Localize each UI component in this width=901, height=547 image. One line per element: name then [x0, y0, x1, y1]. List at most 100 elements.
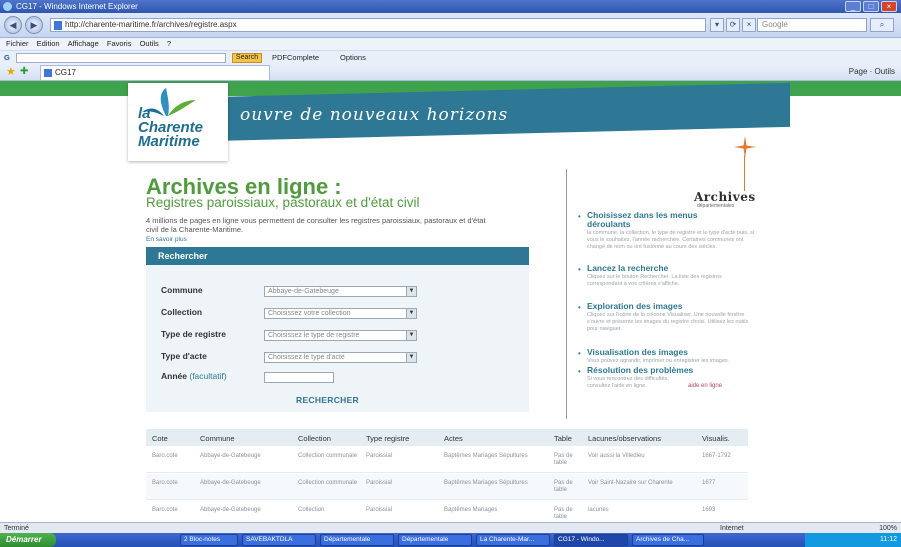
step-text: Cliquez sur le bouton Rechercher. La lis…: [587, 274, 722, 287]
url-text: http://charente-maritime.fr/archives/reg…: [65, 20, 237, 29]
register-type-select[interactable]: Choisissez le type de registre ▼: [264, 330, 417, 341]
view-link[interactable]: 1693: [702, 507, 742, 514]
address-bar: ◀ ▶ http://charente-maritime.fr/archives…: [0, 13, 901, 38]
col-header[interactable]: Actes: [444, 434, 463, 443]
bullet-icon: •: [578, 303, 581, 312]
bullet-icon: •: [578, 367, 581, 376]
view-link[interactable]: 1667-1792: [702, 453, 742, 460]
intro-text: 4 millions de pages en ligne vous permet…: [146, 216, 486, 234]
taskbar-item[interactable]: SAVEBAKTDLA: [242, 534, 316, 546]
taskbar-item[interactable]: Départementale: [320, 534, 394, 546]
intro-link[interactable]: En savoir plus: [146, 236, 187, 243]
col-header[interactable]: Visualis.: [702, 434, 730, 443]
cell: Baro.cote: [152, 507, 178, 513]
cell: Baptêmes Mariages Sépultures: [444, 453, 528, 459]
toolbar-search-button[interactable]: Search: [232, 53, 262, 63]
step-title: Résolution des problèmes: [587, 365, 694, 375]
cell: Collection communale: [298, 480, 358, 486]
collection-select[interactable]: Choisissez votre collection ▼: [264, 308, 417, 319]
taskbar-item-active[interactable]: CG17 - Windo...: [554, 534, 628, 546]
archives-logo: Archives: [694, 190, 756, 204]
status-bar: Terminé Internet 100%: [0, 522, 901, 533]
google-logo: G: [4, 53, 10, 62]
cell: Baptêmes Mariages: [444, 507, 498, 513]
pdf-toolbar-item[interactable]: PDFComplete: [272, 51, 319, 64]
cell: Abbaye-de-Gatebeuge: [200, 480, 261, 486]
menu-item[interactable]: Outils: [140, 39, 159, 48]
menu-item[interactable]: Fichier: [6, 39, 29, 48]
chevron-down-icon[interactable]: ▼: [406, 353, 416, 362]
system-tray: 11:12: [805, 533, 901, 547]
menu-item[interactable]: Favoris: [107, 39, 132, 48]
col-header[interactable]: Cote: [152, 434, 168, 443]
add-favorite-icon[interactable]: ✚: [20, 66, 28, 78]
view-link[interactable]: 1677: [702, 480, 742, 487]
year-input[interactable]: [264, 372, 334, 383]
tab-title: CG17: [55, 68, 76, 77]
chevron-down-icon[interactable]: ▼: [406, 331, 416, 340]
back-button[interactable]: ◀: [4, 16, 22, 34]
start-button[interactable]: Démarrer: [0, 533, 56, 547]
chevron-down-icon[interactable]: ▼: [406, 309, 416, 318]
search-go-button[interactable]: ⌕: [870, 18, 894, 32]
tab-cg17[interactable]: CG17: [40, 65, 270, 80]
year-label: Année (facultatif): [161, 371, 227, 381]
forward-button[interactable]: ▶: [25, 16, 43, 34]
refresh-icon[interactable]: ⟳: [726, 18, 740, 32]
minimize-button[interactable]: _: [845, 1, 861, 12]
help-link[interactable]: aide en ligne: [688, 383, 722, 389]
url-input[interactable]: http://charente-maritime.fr/archives/reg…: [50, 18, 706, 32]
table-row[interactable]: Baro.cote Abbaye-de-Gatebeuge Collection…: [146, 474, 748, 500]
col-header[interactable]: Table: [554, 434, 572, 443]
favorites-star-icon[interactable]: ★: [6, 66, 16, 78]
register-type-label: Type de registre: [161, 329, 227, 339]
page-tools[interactable]: Page · Outils: [849, 66, 895, 78]
step-title: Choisissez dans les menus déroulants: [587, 210, 698, 229]
logo-text: la Charente Maritime: [138, 105, 204, 150]
maximize-button[interactable]: □: [863, 1, 879, 12]
search-header: Rechercher: [146, 247, 529, 265]
search-input[interactable]: Google: [757, 18, 867, 32]
cell: Paroissial: [366, 507, 393, 513]
cell: Pas de table: [554, 480, 573, 493]
site-logo[interactable]: la Charente Maritime: [128, 83, 228, 161]
taskbar-item[interactable]: Départementale: [398, 534, 472, 546]
toolbar-search-field[interactable]: [16, 53, 226, 63]
tab-page-icon: [44, 69, 52, 77]
star-burst-icon: [734, 136, 756, 158]
chevron-down-icon[interactable]: ▼: [406, 287, 416, 296]
collection-label: Collection: [161, 307, 203, 317]
commune-select[interactable]: Abbaye-de-Gatebeuge ▼: [264, 286, 417, 297]
col-header[interactable]: Collection: [298, 434, 331, 443]
archives-logo-sub: départementales: [697, 203, 735, 209]
taskbar-item[interactable]: 2 Bloc-notes: [180, 534, 238, 546]
col-header[interactable]: Type registre: [366, 434, 409, 443]
cell: Collection: [298, 507, 325, 513]
taskbar-item[interactable]: Archives de Cha...: [632, 534, 704, 546]
step-text: la commune, la collection, le type de re…: [587, 230, 755, 250]
menu-item[interactable]: Affichage: [68, 39, 99, 48]
step-text: Si vous rencontrez des difficultés, cons…: [587, 376, 669, 389]
act-type-select[interactable]: Choisissez le type d'acte ▼: [264, 352, 417, 363]
bullet-icon: •: [578, 265, 581, 274]
taskbar-item[interactable]: La Charente-Mar...: [476, 534, 550, 546]
results-header: Cote Commune Collection Type registre Ac…: [146, 429, 748, 446]
windows-taskbar: Démarrer 2 Bloc-notes SAVEBAKTDLA Départ…: [0, 533, 901, 547]
year-label-text: Année: [161, 371, 187, 381]
col-header[interactable]: Lacunes/observations: [588, 434, 661, 443]
stop-icon[interactable]: ×: [742, 18, 756, 32]
close-button[interactable]: ×: [881, 1, 897, 12]
search-button[interactable]: RECHERCHER: [296, 395, 359, 405]
column-divider: [566, 169, 567, 419]
cell: Baro.cote: [152, 480, 178, 486]
cell: Pas de table: [554, 507, 573, 520]
search-panel: Rechercher Commune Abbaye-de-Gatebeuge ▼…: [146, 247, 529, 412]
col-header[interactable]: Commune: [200, 434, 235, 443]
bullet-icon: •: [578, 212, 581, 221]
dropdown-arrow-icon[interactable]: ▾: [710, 18, 724, 32]
menu-item[interactable]: Edition: [37, 39, 60, 48]
toolbar-options[interactable]: Options: [340, 51, 366, 64]
table-row[interactable]: Baro.cote Abbaye-de-Gatebeuge Collection…: [146, 501, 748, 522]
table-row[interactable]: Baro.cote Abbaye-de-Gatebeuge Collection…: [146, 447, 748, 473]
menu-item[interactable]: ?: [167, 39, 171, 48]
